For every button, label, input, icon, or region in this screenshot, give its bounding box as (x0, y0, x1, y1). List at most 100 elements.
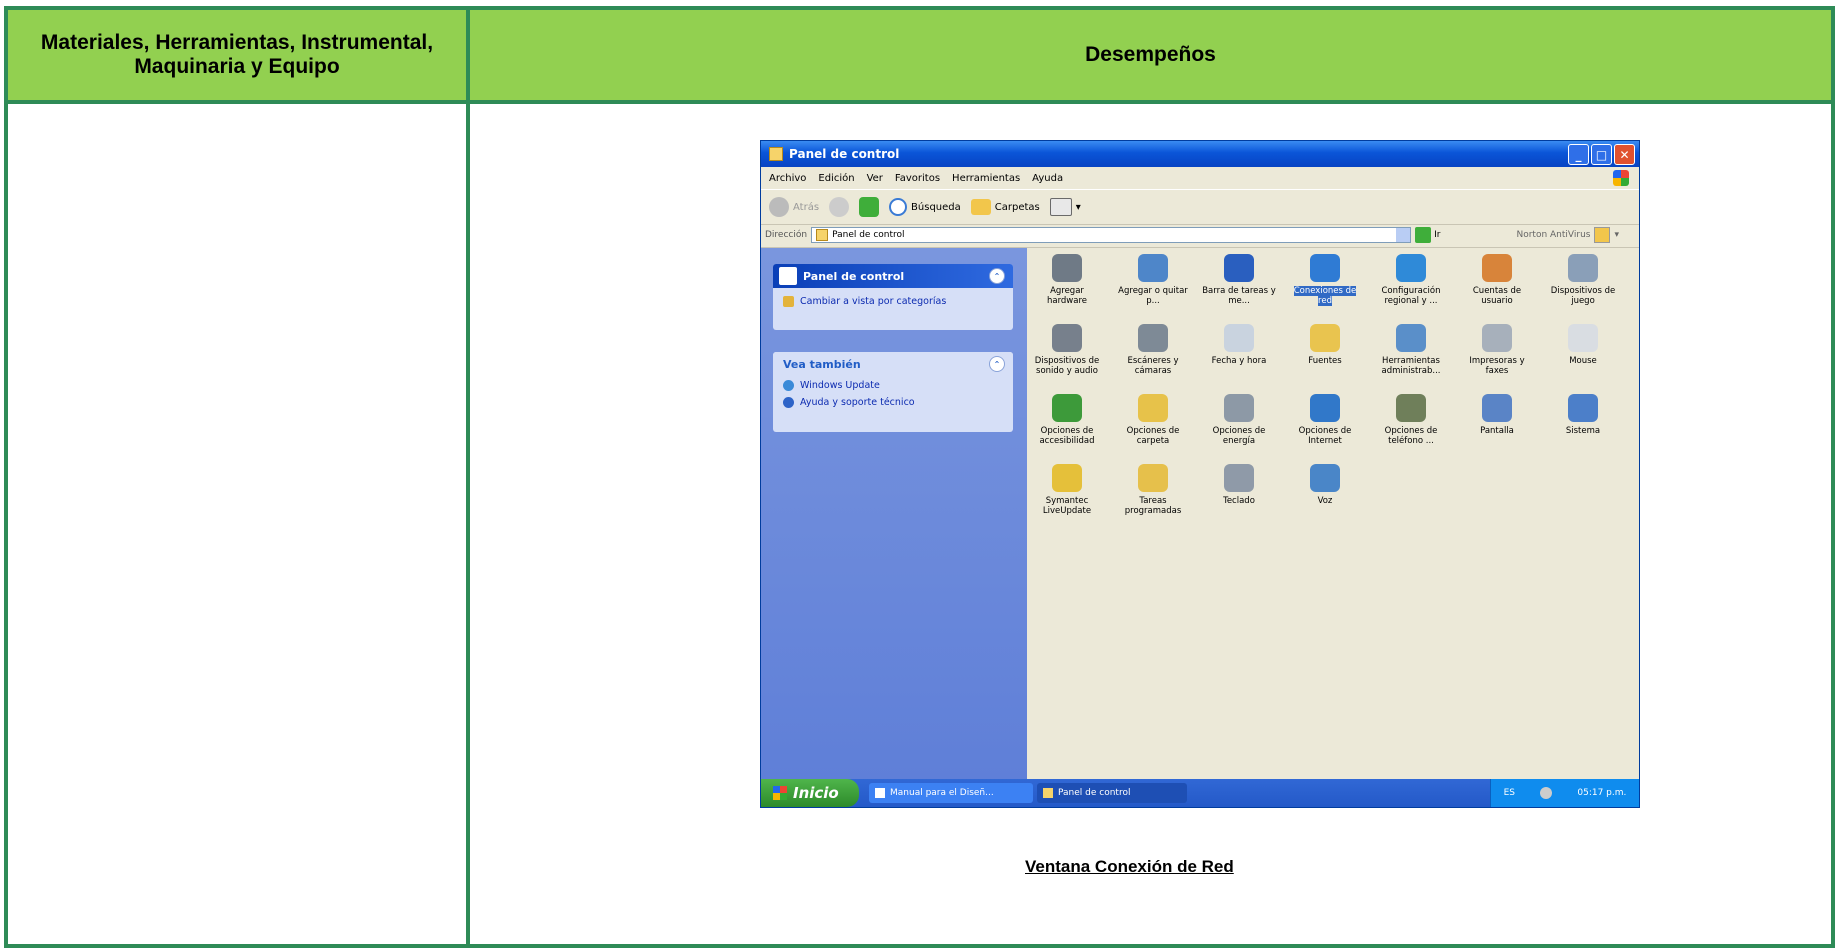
control-panel-item-label: Opciones de Internet (1298, 426, 1352, 446)
window-titlebar[interactable]: Panel de control _ □ ✕ (761, 141, 1639, 167)
menu-ver[interactable]: Ver (867, 173, 883, 184)
control-panel-item[interactable]: Sistema (1545, 394, 1621, 436)
category-view-link[interactable]: Cambiar a vista por categorías (783, 296, 1003, 307)
up-folder-button[interactable] (859, 197, 880, 217)
control-panel-item[interactable]: Tareas programadas (1115, 464, 1191, 516)
control-panel-item[interactable]: Mouse (1545, 324, 1621, 366)
internet-icon (1310, 394, 1340, 422)
control-panel-box-header[interactable]: Panel de control ⌃ (773, 264, 1013, 288)
document-icon (875, 788, 885, 798)
control-panel-item-label: Opciones de teléfono ... (1384, 426, 1438, 446)
control-panel-item[interactable]: Barra de tareas y me... (1201, 254, 1277, 306)
control-panel-item[interactable]: Symantec LiveUpdate (1029, 464, 1105, 516)
network-tray-icon[interactable] (1540, 787, 1553, 799)
maximize-button[interactable]: □ (1591, 144, 1612, 165)
control-panel-item[interactable]: Fecha y hora (1201, 324, 1277, 366)
menu-ayuda[interactable]: Ayuda (1032, 173, 1063, 184)
header-performance-cell: Desempeños (466, 6, 1835, 104)
go-button[interactable]: Ir (1415, 227, 1440, 243)
control-panel-item[interactable]: Cuentas de usuario (1459, 254, 1535, 306)
address-input[interactable]: Panel de control (811, 227, 1412, 243)
control-panel-item-label: Impresoras y faxes (1469, 356, 1525, 376)
see-also-title: Vea también (783, 357, 861, 371)
control-panel-item[interactable]: Pantalla (1459, 394, 1535, 436)
forward-button[interactable] (829, 197, 850, 217)
norton-toolbar[interactable]: Norton AntiVirus ▾ (1516, 227, 1619, 243)
address-label: Dirección (765, 230, 808, 240)
help-icon (783, 397, 794, 408)
close-button[interactable]: ✕ (1614, 144, 1635, 165)
search-button[interactable]: Búsqueda (889, 198, 961, 216)
control-panel-item[interactable]: Opciones de accesibilidad (1029, 394, 1105, 446)
start-button[interactable]: Inicio (761, 779, 859, 807)
help-support-link[interactable]: Ayuda y soporte técnico (783, 397, 1003, 408)
control-panel-item-label: Dispositivos de juego (1550, 286, 1616, 306)
help-support-label: Ayuda y soporte técnico (800, 397, 915, 408)
go-arrow-icon (1415, 227, 1432, 243)
icons-pane: Agregar hardware Agregar o quitar p... Bar… (1027, 248, 1639, 779)
windows-logo-icon (1613, 170, 1629, 186)
control-panel-item[interactable]: Escáneres y cámaras (1115, 324, 1191, 376)
language-indicator[interactable]: ES (1504, 788, 1515, 798)
norton-icon (1594, 227, 1611, 243)
speech-icon (1310, 464, 1340, 492)
menu-archivo[interactable]: Archivo (769, 173, 806, 184)
minimize-button[interactable]: _ (1568, 144, 1589, 165)
control-panel-item[interactable]: Opciones de carpeta (1115, 394, 1191, 446)
control-panel-item-label: Agregar o quitar p... (1118, 286, 1188, 306)
control-panel-item[interactable]: Voz (1287, 464, 1363, 506)
control-panel-item[interactable]: Opciones de Internet (1287, 394, 1363, 446)
menu-favoritos[interactable]: Favoritos (895, 173, 940, 184)
control-panel-item[interactable]: Configuración regional y ... (1373, 254, 1449, 306)
control-panel-item[interactable]: Agregar hardware (1029, 254, 1105, 306)
see-also-box: Vea también ⌃ Windows Update Ayuda y sop… (773, 352, 1013, 432)
menu-herramientas[interactable]: Herramientas (952, 173, 1020, 184)
menu-edicion[interactable]: Edición (818, 173, 854, 184)
admin-tools-icon (1396, 324, 1426, 352)
window-controls: _ □ ✕ (1568, 144, 1635, 165)
control-panel-item-label: Sistema (1565, 426, 1601, 436)
scanner-icon (1138, 324, 1168, 352)
windows-update-link[interactable]: Windows Update (783, 380, 1003, 391)
control-panel-item[interactable]: Impresoras y faxes (1459, 324, 1535, 376)
control-panel-item[interactable]: Conexiones de red (1287, 254, 1363, 306)
windows-update-icon (783, 380, 794, 391)
control-panel-large-icon (779, 267, 797, 285)
control-panel-box-body: Cambiar a vista por categorías (773, 288, 1013, 330)
control-panel-item-label: Fuentes (1308, 356, 1342, 366)
chevron-down-icon: ▾ (1075, 201, 1081, 213)
control-panel-item-label: Herramientas administrab... (1381, 356, 1441, 376)
see-also-header[interactable]: Vea también ⌃ (773, 352, 1013, 376)
collapse-icon[interactable]: ⌃ (989, 268, 1005, 284)
back-button[interactable]: Atrás (769, 197, 819, 217)
folders-button[interactable]: Carpetas (970, 199, 1040, 215)
collapse-icon[interactable]: ⌃ (989, 356, 1005, 372)
views-icon (1049, 198, 1072, 216)
control-panel-box-title: Panel de control (803, 269, 905, 283)
folder-icon (970, 199, 991, 215)
control-panel-item[interactable]: Opciones de teléfono ... (1373, 394, 1449, 446)
display-icon (1482, 394, 1512, 422)
control-panel-small-icon (816, 229, 829, 241)
control-panel-item[interactable]: Teclado (1201, 464, 1277, 506)
control-panel-item[interactable]: Herramientas administrab... (1373, 324, 1449, 376)
task-pane: Panel de control ⌃ Cambiar a vista por c… (761, 248, 1027, 779)
control-panel-item-label: Opciones de accesibilidad (1039, 426, 1095, 446)
search-icon (889, 198, 908, 216)
power-icon (1224, 394, 1254, 422)
control-panel-item[interactable]: Agregar o quitar p... (1115, 254, 1191, 306)
control-panel-item-label: Dispositivos de sonido y audio (1034, 356, 1100, 376)
materials-body-cell (4, 100, 470, 948)
control-panel-item[interactable]: Fuentes (1287, 324, 1363, 366)
accessibility-icon (1052, 394, 1082, 422)
figure-caption: Ventana Conexión de Red (1025, 857, 1234, 876)
views-button[interactable]: ▾ (1049, 198, 1081, 216)
control-panel-item[interactable]: Dispositivos de sonido y audio (1029, 324, 1105, 376)
liveupdate-icon (1052, 464, 1082, 492)
taskbar-item-control-panel[interactable]: Panel de control (1037, 783, 1187, 803)
control-panel-item-label: Mouse (1569, 356, 1597, 366)
taskbar-item-manual[interactable]: Manual para el Diseñ... (869, 783, 1033, 803)
address-dropdown-icon[interactable] (1396, 228, 1411, 242)
control-panel-item[interactable]: Dispositivos de juego (1545, 254, 1621, 306)
control-panel-item[interactable]: Opciones de energía (1201, 394, 1277, 446)
